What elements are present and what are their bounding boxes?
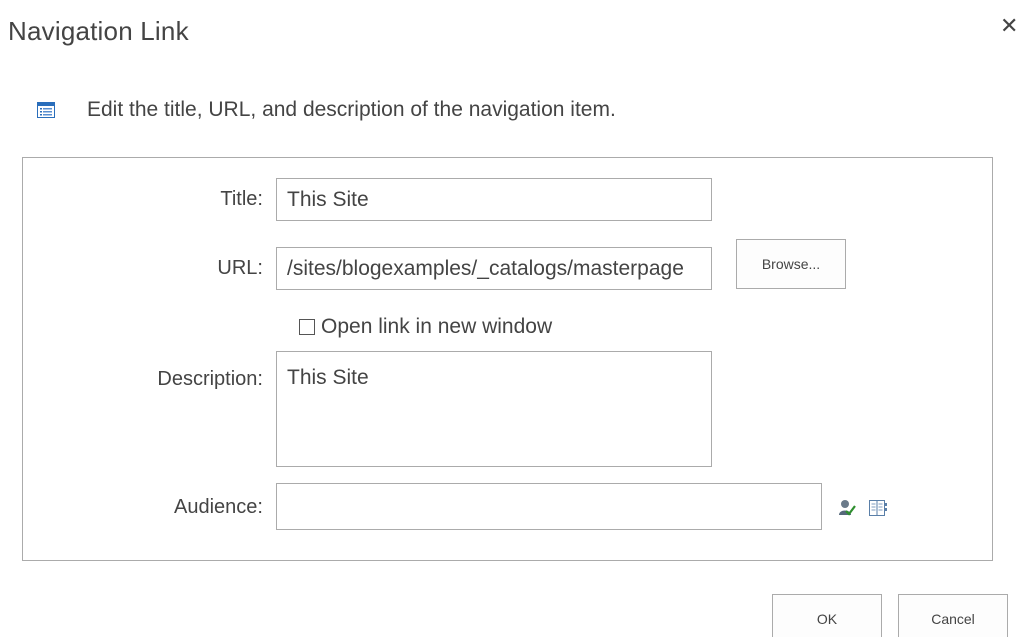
description-label: Description: [157, 368, 263, 390]
open-new-window-checkbox[interactable] [299, 319, 315, 335]
instruction-text: Edit the title, URL, and description of … [87, 98, 616, 121]
audience-input[interactable] [276, 483, 822, 530]
browse-button[interactable]: Browse... [736, 239, 846, 289]
title-label: Title: [220, 188, 263, 210]
navigation-link-dialog: Navigation Link ✕ Edit the title, URL, a… [0, 0, 1016, 637]
description-textarea[interactable]: This Site [276, 351, 712, 467]
url-label: URL: [217, 257, 263, 279]
instruction-row: Edit the title, URL, and description of … [37, 96, 616, 124]
cancel-button[interactable]: Cancel [898, 594, 1008, 637]
list-page-icon [37, 102, 55, 118]
url-input[interactable] [276, 247, 712, 290]
close-icon[interactable]: ✕ [1000, 14, 1016, 38]
form-panel: Title: URL: Browse... Open link in new w… [22, 157, 993, 561]
check-names-icon[interactable] [837, 498, 857, 518]
dialog-title: Navigation Link [8, 16, 189, 46]
audience-label: Audience: [174, 496, 263, 518]
ok-button[interactable]: OK [772, 594, 882, 637]
open-new-window-label[interactable]: Open link in new window [321, 315, 552, 339]
address-book-icon[interactable] [868, 498, 888, 518]
title-input[interactable] [276, 178, 712, 221]
open-new-window-row: Open link in new window [299, 314, 552, 340]
